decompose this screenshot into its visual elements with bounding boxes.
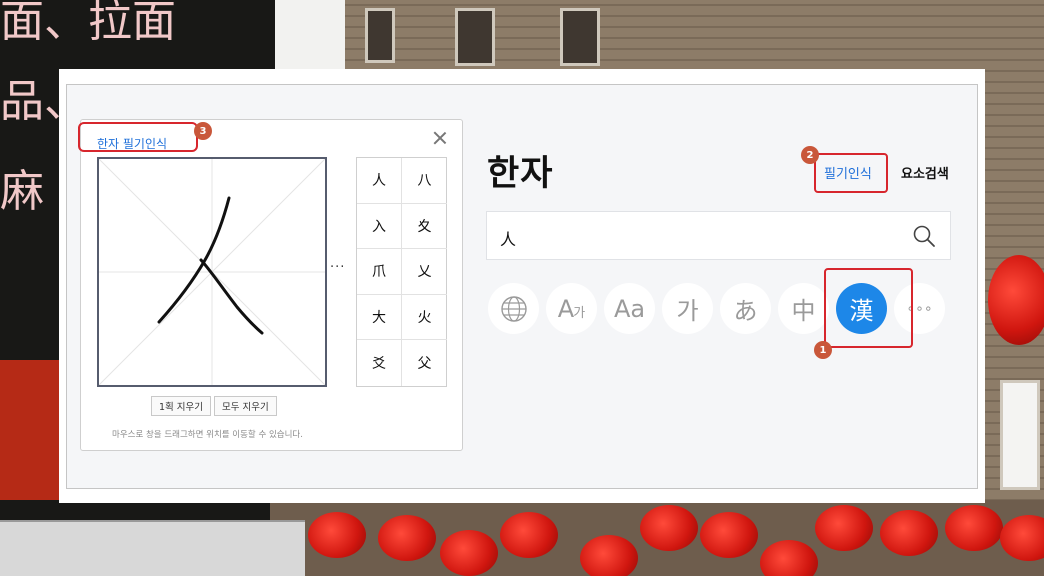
building-window [455, 8, 495, 66]
globe-icon[interactable] [488, 283, 539, 334]
step-marker: 1 [814, 341, 832, 359]
handwriting-popup[interactable]: 한자 필기인식 ··· 人 八 入 夊 爪 乂 大 火 爻 父 1획 지우기 모… [80, 119, 463, 451]
candidate-char[interactable]: 人 [357, 158, 402, 204]
highlight-box [814, 153, 888, 193]
candidate-char[interactable]: 大 [357, 294, 402, 341]
candidate-char[interactable]: 乂 [402, 249, 447, 295]
mode-label: あ [733, 297, 758, 325]
red-lantern [945, 505, 1003, 551]
building-window [560, 8, 600, 66]
highlight-box [78, 122, 198, 152]
building-window [365, 8, 395, 63]
red-lantern [880, 510, 938, 556]
chinese-icon[interactable]: 中 [778, 283, 829, 334]
candidate-char[interactable]: 八 [402, 158, 447, 204]
sign-text: 面、拉面 [0, 0, 176, 47]
step-marker: 2 [801, 146, 819, 164]
search-box[interactable]: 人 [486, 211, 951, 260]
building-window [1000, 380, 1040, 490]
step-marker: 3 [194, 122, 212, 140]
red-lantern [640, 505, 698, 551]
red-lantern [700, 512, 758, 558]
candidate-char[interactable]: 爻 [357, 340, 402, 386]
search-input[interactable]: 人 [500, 226, 516, 250]
red-lantern [308, 512, 366, 558]
hiragana-icon[interactable]: あ [720, 283, 771, 334]
red-lantern [378, 515, 436, 561]
red-lantern [815, 505, 873, 551]
mode-label: A [557, 294, 575, 323]
more-candidates-button[interactable]: ··· [330, 260, 345, 275]
red-lantern [500, 512, 558, 558]
screenshot-frame: 한자 필기인식 ··· 人 八 入 夊 爪 乂 大 火 爻 父 1획 지우기 모… [59, 69, 985, 503]
red-lantern [988, 255, 1044, 345]
clear-one-stroke-button[interactable]: 1획 지우기 [151, 396, 212, 416]
candidate-grid: 人 八 入 夊 爪 乂 大 火 爻 父 [356, 157, 447, 387]
close-icon[interactable] [432, 130, 448, 146]
search-icon[interactable] [912, 224, 936, 248]
red-lantern [440, 530, 498, 576]
sky [270, 0, 345, 70]
candidate-char[interactable]: 爪 [357, 249, 402, 295]
red-lantern [580, 535, 638, 576]
candidate-char[interactable]: 火 [402, 295, 447, 341]
mode-sublabel: 가 [573, 306, 586, 321]
page-title: 한자 [487, 154, 554, 194]
font-a-ga-icon[interactable]: A가 [546, 283, 597, 334]
mode-label: 가 [676, 297, 699, 325]
canvas-controls: 1획 지우기 모두 지우기 [151, 396, 277, 416]
mode-label: Aa [613, 294, 646, 323]
candidate-char[interactable]: 父 [402, 340, 447, 386]
grey-awning [0, 520, 305, 576]
tab-element-search[interactable]: 요소검색 [901, 163, 949, 182]
font-aa-icon[interactable]: Aa [604, 283, 655, 334]
mode-label: 中 [791, 297, 816, 325]
handwriting-canvas[interactable] [97, 157, 327, 387]
highlight-box [824, 268, 913, 348]
ink-stroke [157, 196, 231, 324]
canvas-guides [99, 159, 325, 385]
sign-text: 麻 [0, 166, 44, 217]
candidate-char[interactable]: 夊 [402, 204, 447, 250]
candidate-char[interactable]: 入 [357, 203, 402, 250]
hangul-icon[interactable]: 가 [662, 283, 713, 334]
drag-help-text: 마우스로 창을 드래그하면 위치를 이동할 수 있습니다. [112, 430, 303, 440]
clear-all-button[interactable]: 모두 지우기 [214, 396, 277, 416]
ink-stroke [199, 258, 264, 335]
